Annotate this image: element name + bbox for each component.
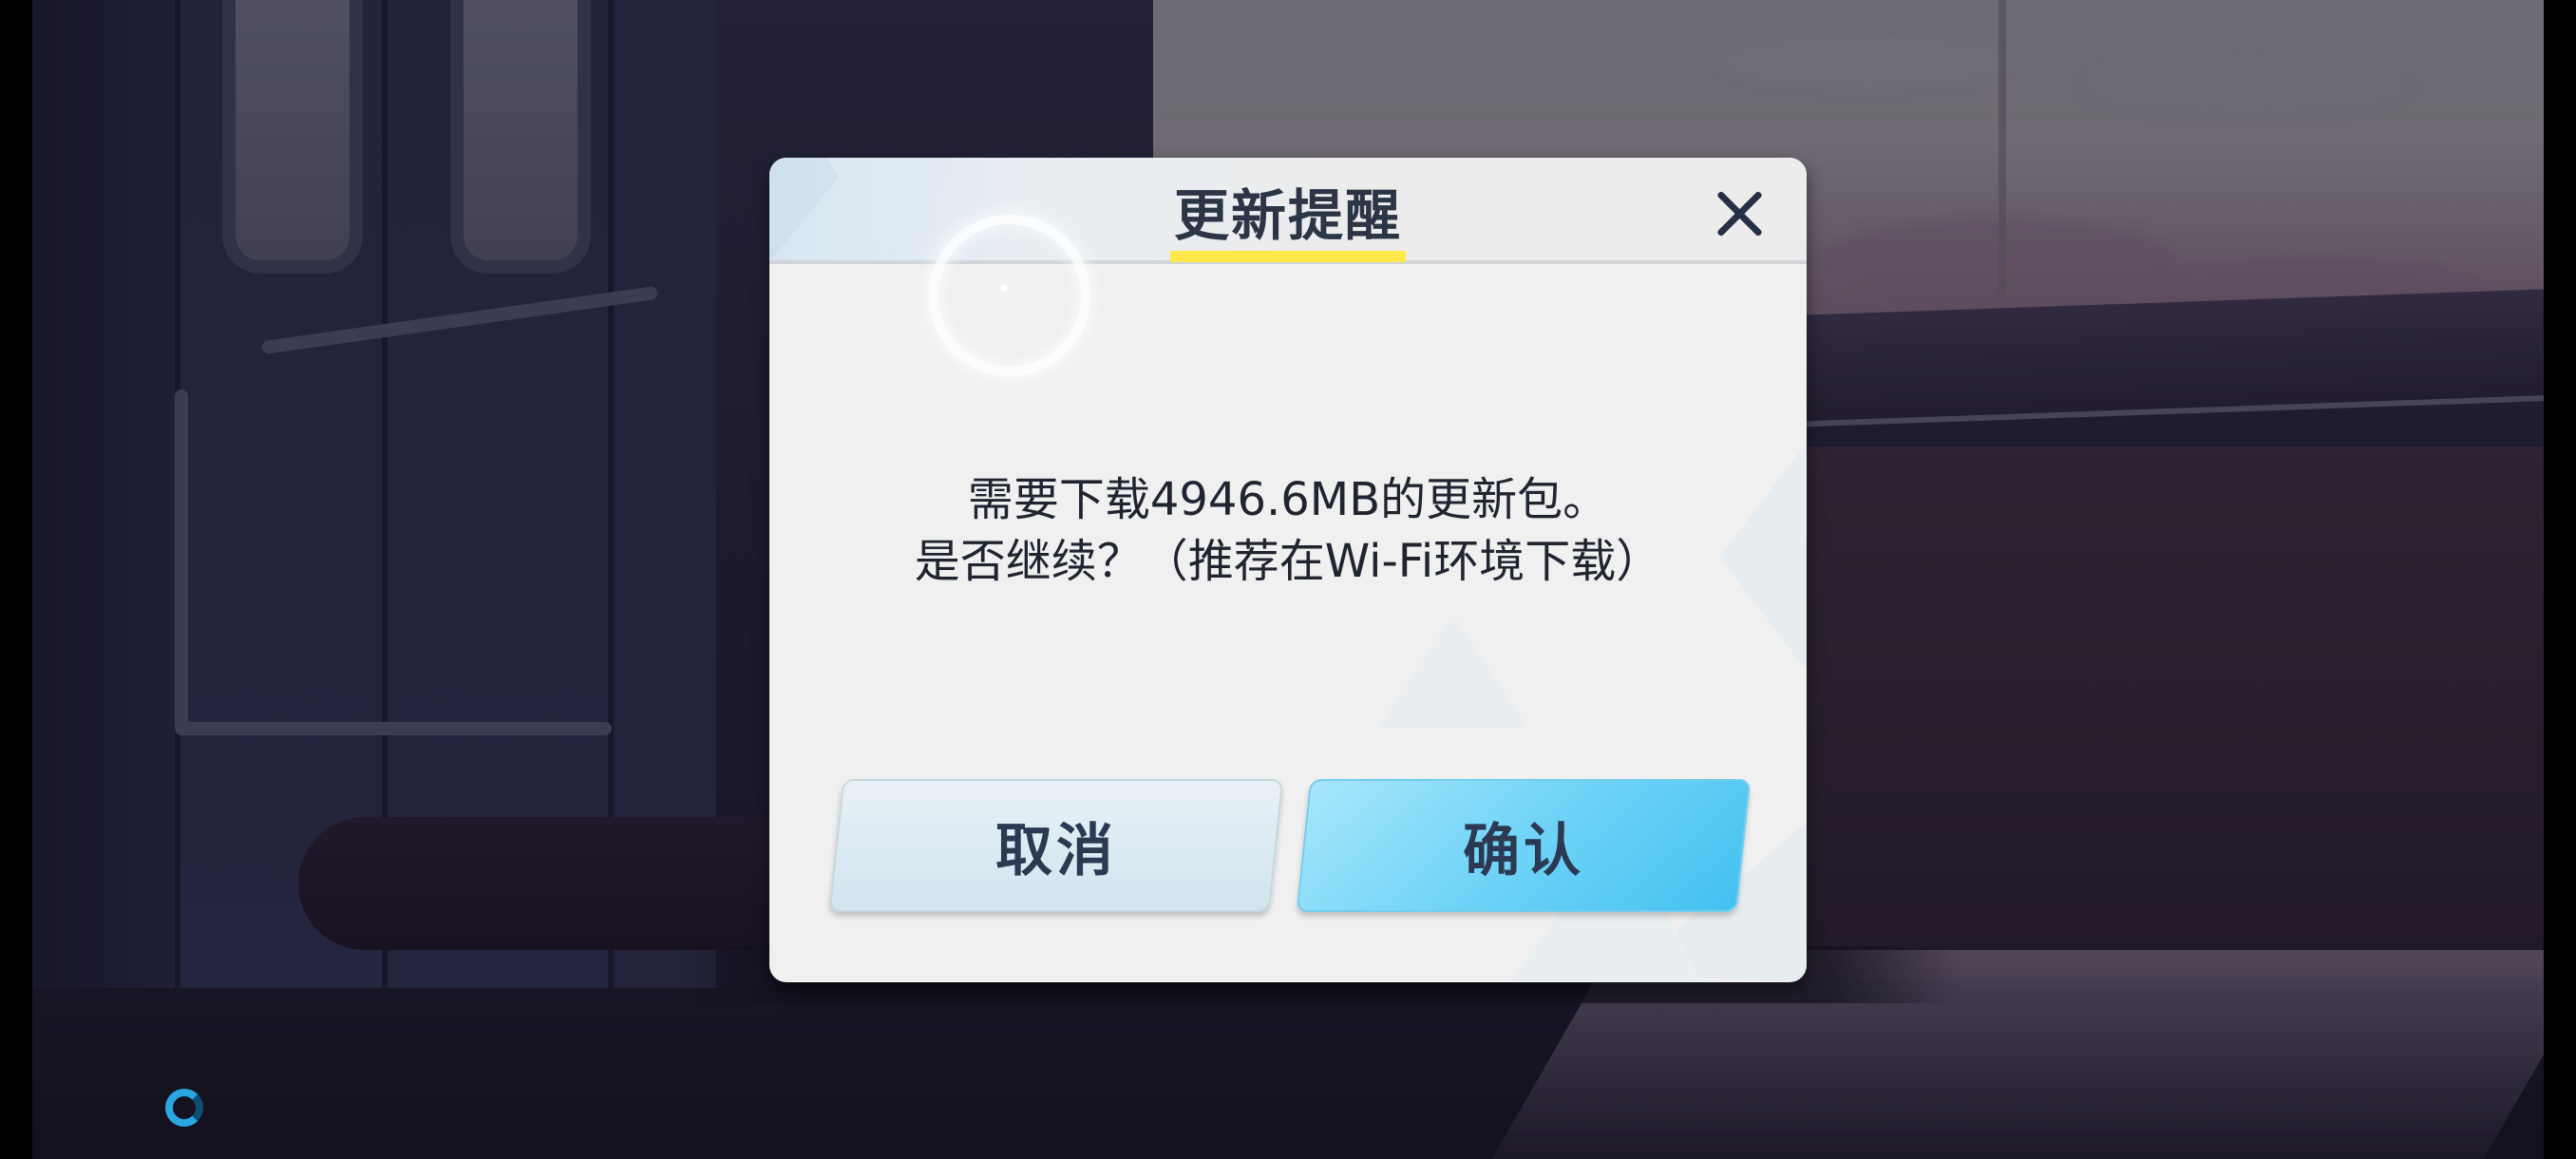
close-icon[interactable]: [1706, 180, 1772, 247]
loading-spinner-icon: [165, 1089, 203, 1127]
game-screen: 更新提醒 需要下载4946.6MB的更新包。 是否继续？（推荐在Wi-Fi环境下…: [0, 0, 2576, 1159]
message-line-1: 需要下载4946.6MB的更新包。: [967, 473, 1609, 526]
confirm-button[interactable]: 确认: [1296, 779, 1752, 912]
confirm-button-label: 确认: [1463, 817, 1584, 884]
cancel-button-label: 取消: [995, 817, 1117, 884]
sparkle-dot-icon: [1000, 284, 1008, 292]
cancel-button[interactable]: 取消: [828, 779, 1284, 912]
title-underline: [1170, 251, 1406, 262]
message-line-2: 是否继续？（推荐在Wi-Fi环境下载）: [914, 535, 1662, 588]
update-dialog: 更新提醒 需要下载4946.6MB的更新包。 是否继续？（推荐在Wi-Fi环境下…: [769, 158, 1807, 982]
dialog-title: 更新提醒: [1173, 183, 1402, 248]
